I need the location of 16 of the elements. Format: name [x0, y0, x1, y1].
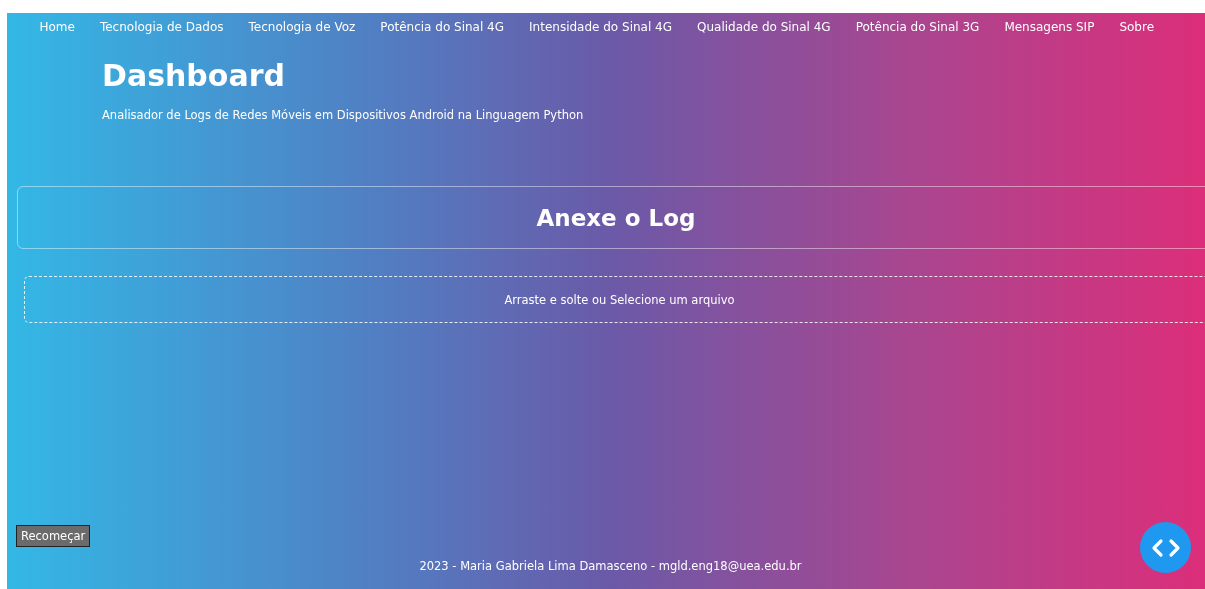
code-icon — [1150, 537, 1181, 558]
page-subtitle: Analisador de Logs de Redes Móveis em Dispositivos Android na Linguagem Python — [102, 108, 584, 122]
footer-text: 2023 - Maria Gabriela Lima Damasceno - mgld.eng18@uea.edu.br — [419, 559, 802, 573]
nav-link[interactable]: Tecnologia de Dados — [87, 20, 237, 34]
nav-link[interactable]: Potência do Sinal 4G — [367, 20, 517, 34]
nav-link[interactable]: Intensidade do Sinal 4G — [516, 20, 685, 34]
nav-link[interactable]: Potência do Sinal 3G — [843, 20, 992, 34]
nav-link[interactable]: Qualidade do Sinal 4G — [684, 20, 844, 34]
restart-button[interactable]: Recomeçar — [16, 525, 91, 547]
nav-link[interactable]: Tecnologia de Voz — [236, 20, 368, 34]
page-title: Dashboard — [102, 57, 285, 95]
code-button[interactable] — [1140, 522, 1191, 573]
nav-link[interactable]: Mensagens SIP — [991, 20, 1107, 34]
card-title: Anexe o Log — [536, 204, 696, 231]
file-dropzone[interactable]: Arraste e solte ou Selecione um arquivo — [24, 276, 1205, 323]
nav-link[interactable]: Sobre — [1106, 20, 1167, 34]
